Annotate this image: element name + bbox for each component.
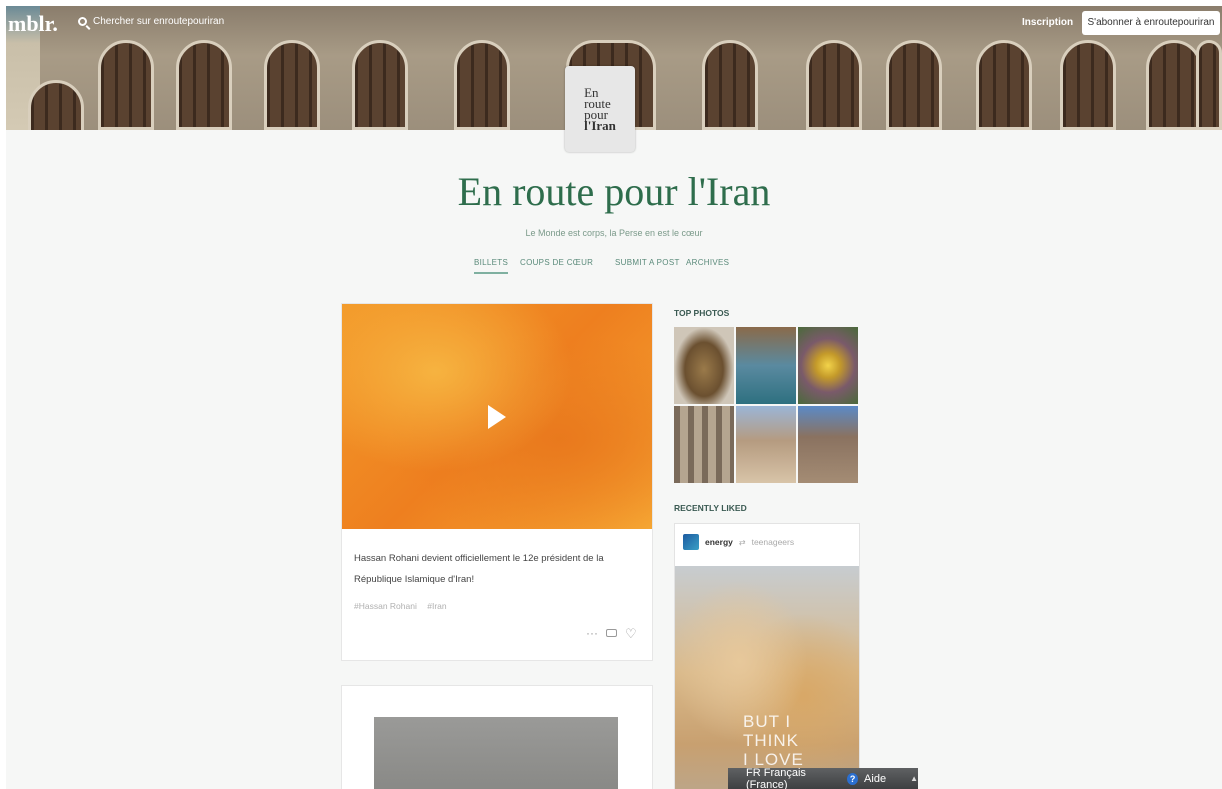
avatar-logo: En route pour l'Iran [584,85,616,133]
top-photo[interactable] [798,327,858,404]
banner-arch [976,40,1032,130]
blog-tagline: Le Monde est corps, la Perse en est le c… [525,228,703,238]
search-input[interactable]: Chercher sur enroutepouriran [93,16,224,27]
more-options-icon[interactable]: ··· [586,626,598,640]
top-photo[interactable] [674,406,734,483]
reblog-icon: ⇄ [738,537,746,547]
banner-arch [352,40,408,130]
banner-arch [264,40,320,130]
post-actions: ··· ♡ [586,626,637,640]
blog-avatar[interactable]: En route pour l'Iran [565,66,635,152]
follow-button[interactable]: S'abonner à enroutepouriran [1082,11,1220,35]
banner-arch [176,40,232,130]
banner-arch [1060,40,1116,130]
banner-arch [1146,40,1202,130]
banner-arch [28,80,84,130]
reblogged-from[interactable]: teenageers [752,537,795,547]
liked-post-card: energy ⇄ teenageers BUT I THINK I LOVE [674,523,860,789]
help-icon[interactable]: ? [847,772,859,785]
top-photo[interactable] [674,327,734,404]
banner-arch [806,40,862,130]
post-image[interactable] [374,717,618,789]
heart-icon[interactable]: ♡ [625,627,637,640]
tag-link[interactable]: #Iran [427,601,446,611]
blog-title: En route pour l'Iran [457,169,771,214]
banner-arch [886,40,942,130]
liked-post-header: energy ⇄ teenageers [683,534,794,550]
tag-link[interactable]: #Hassan Rohani [354,601,417,611]
top-photos-heading: TOP PHOTOS [674,308,730,318]
post-card: Hassan Rohani devient officiellement le … [341,303,653,661]
banner-arch [98,40,154,130]
help-label[interactable]: Aide [864,773,886,785]
top-photo[interactable] [736,327,796,404]
post-card [341,685,653,789]
recently-liked-heading: RECENTLY LIKED [674,503,747,513]
post-text: Hassan Rohani devient officiellement le … [354,553,604,585]
banner-arch [454,40,510,130]
nav-submit-a-post[interactable]: SUBMIT A POST [615,258,680,267]
signup-link[interactable]: Inscription [1022,17,1073,28]
nav-coups-de-coeur[interactable]: COUPS DE CŒUR [520,258,593,267]
liked-image-caption: BUT I THINK I LOVE [743,712,804,769]
banner-arch [1196,40,1222,130]
banner-arch [702,40,758,130]
post-tags: #Hassan Rohani #Iran [354,601,455,611]
liked-username[interactable]: energy [705,537,733,547]
top-photos-grid [674,327,858,484]
play-icon[interactable] [488,405,506,429]
top-photo[interactable] [736,406,796,483]
top-photo[interactable] [798,406,858,483]
page: mblr. Chercher sur enroutepouriran Inscr… [6,6,1222,789]
avatar[interactable] [683,534,699,550]
nav-archives[interactable]: ARCHIVES [686,258,729,267]
search-bar[interactable]: Chercher sur enroutepouriran [78,16,224,27]
language-label[interactable]: FR Français (France) [746,767,841,789]
search-icon [78,17,87,26]
tumblr-logo[interactable]: mblr. [8,11,58,37]
blog-nav: BILLETS COUPS DE CŒUR SUBMIT A POST ARCH… [6,258,1222,278]
liked-post-image[interactable]: BUT I THINK I LOVE [675,566,859,789]
language-bar[interactable]: FR Français (France) ? Aide ▲ [728,767,918,789]
chevron-up-icon[interactable]: ▲ [910,774,918,783]
nav-billets[interactable]: BILLETS [474,258,509,274]
reblog-icon[interactable] [606,629,617,637]
top-bar: mblr. Chercher sur enroutepouriran Inscr… [6,6,1222,40]
video-player[interactable] [342,304,652,529]
